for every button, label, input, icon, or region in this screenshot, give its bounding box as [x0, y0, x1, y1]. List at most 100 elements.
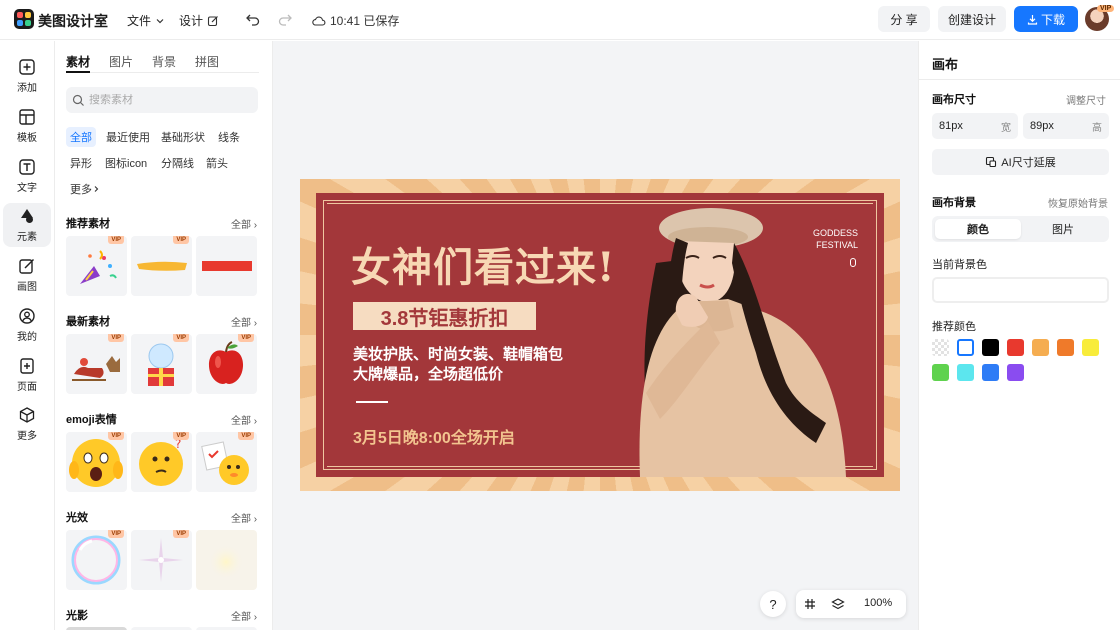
- section-all-link[interactable]: 全部 ›: [231, 412, 257, 427]
- rail-label: 更多: [17, 431, 37, 442]
- asset-thumb-snowglobe-gift[interactable]: VIP: [131, 334, 192, 394]
- asset-thumb-emoji-checklist[interactable]: VIP: [196, 432, 257, 492]
- all-link-label: 全部: [231, 220, 251, 231]
- segment-color[interactable]: 颜色: [935, 219, 1021, 239]
- resize-link[interactable]: 调整尺寸: [1066, 92, 1106, 107]
- chip-all[interactable]: 全部: [66, 127, 96, 147]
- height-value: 89px: [1030, 120, 1054, 132]
- color-swatch[interactable]: [957, 339, 974, 356]
- color-swatch[interactable]: [1007, 339, 1024, 356]
- rail-item-pages[interactable]: 页面: [3, 353, 51, 397]
- poster-line-1[interactable]: 美妆护肤、时尚女装、鞋帽箱包: [353, 343, 563, 364]
- asset-thumb-red-bar[interactable]: [196, 236, 257, 296]
- search-input[interactable]: [89, 94, 249, 106]
- height-field[interactable]: 89px 高: [1023, 113, 1109, 139]
- segment-image[interactable]: 图片: [1020, 219, 1106, 239]
- download-button[interactable]: 下载: [1014, 6, 1078, 32]
- asset-thumb-emoji-thinking[interactable]: ? VIP: [131, 432, 192, 492]
- ai-extend-label: AI尺寸延展: [1001, 157, 1056, 169]
- design-menu-label: 设计: [179, 14, 204, 28]
- user-icon: [19, 308, 35, 324]
- rail-item-elements[interactable]: 元素: [3, 203, 51, 247]
- chip-irregular[interactable]: 异形: [66, 153, 96, 173]
- asset-thumb-yellow-stroke[interactable]: VIP: [131, 236, 192, 296]
- color-swatch[interactable]: [1057, 339, 1074, 356]
- asset-thumb-party-popper[interactable]: VIP: [66, 236, 127, 296]
- cloud-icon: [312, 16, 326, 26]
- tab-backgrounds[interactable]: 背景: [152, 53, 176, 70]
- section-all-link[interactable]: 全部 ›: [231, 314, 257, 329]
- design-artboard[interactable]: 女神们看过来! 3.8节钜惠折扣 美妆护肤、时尚女装、鞋帽箱包 大牌爆品，全场超…: [300, 179, 900, 491]
- chip-basic-shapes[interactable]: 基础形状: [157, 127, 209, 147]
- asset-thumb-apple[interactable]: VIP: [196, 334, 257, 394]
- layers-icon[interactable]: [831, 597, 845, 611]
- color-swatch[interactable]: [982, 364, 999, 381]
- rail-label: 画图: [17, 282, 37, 293]
- rail-item-draw[interactable]: 画图: [3, 253, 51, 297]
- help-button[interactable]: ?: [760, 591, 786, 617]
- section-all-link[interactable]: 全部 ›: [231, 510, 257, 525]
- tab-collage[interactable]: 拼图: [195, 53, 219, 70]
- app-logo-icon[interactable]: [14, 9, 34, 29]
- tab-images[interactable]: 图片: [109, 53, 133, 70]
- model-photo[interactable]: [616, 193, 856, 477]
- redo-icon[interactable]: [277, 11, 293, 27]
- cube-icon: [19, 407, 35, 423]
- asset-thumb-bubble[interactable]: VIP: [66, 530, 127, 590]
- tab-materials[interactable]: 素材: [66, 53, 90, 70]
- asset-tabs: 素材 图片 背景 拼图: [66, 53, 219, 70]
- save-status: 10:41 已保存: [312, 12, 399, 29]
- poster-date[interactable]: 3月5日晚8:00全场开启: [353, 424, 515, 448]
- rail-item-template[interactable]: 模板: [3, 104, 51, 148]
- save-status-text: 10:41 已保存: [330, 14, 400, 28]
- undo-icon[interactable]: [245, 11, 261, 27]
- design-menu[interactable]: 设计: [179, 12, 219, 29]
- poster-line-2[interactable]: 大牌爆品，全场超低价: [353, 363, 503, 384]
- canvas-bg-label: 画布背景: [932, 197, 976, 209]
- chip-recent[interactable]: 最近使用: [102, 127, 154, 147]
- color-swatch[interactable]: [982, 339, 999, 356]
- poster-divider: [356, 401, 388, 403]
- props-title: 画布: [932, 57, 959, 72]
- canvas-workspace[interactable]: 女神们看过来! 3.8节钜惠折扣 美妆护肤、时尚女装、鞋帽箱包 大牌爆品，全场超…: [273, 41, 918, 630]
- chip-more[interactable]: 更多: [66, 179, 104, 199]
- chip-arrows[interactable]: 箭头: [202, 153, 232, 173]
- share-button[interactable]: 分 享: [878, 6, 930, 32]
- vip-tag: VIP: [108, 530, 124, 538]
- rail-item-text[interactable]: 文字: [3, 154, 51, 198]
- rail-item-add[interactable]: 添加: [3, 54, 51, 98]
- color-swatch[interactable]: [1082, 339, 1099, 356]
- color-swatch[interactable]: [932, 364, 949, 381]
- asset-thumb-sleigh[interactable]: VIP: [66, 334, 127, 394]
- rail-item-more[interactable]: 更多: [3, 402, 51, 446]
- search-box[interactable]: [66, 87, 258, 113]
- restore-bg-link[interactable]: 恢复原始背景: [1048, 195, 1108, 210]
- rail-label: 元素: [17, 232, 37, 243]
- color-swatch[interactable]: [932, 339, 949, 356]
- poster-discount-tag[interactable]: 3.8节钜惠折扣: [353, 302, 536, 330]
- zoom-level[interactable]: 100%: [864, 597, 892, 609]
- asset-thumb-sparkle[interactable]: VIP: [131, 530, 192, 590]
- chip-dividers[interactable]: 分隔线: [157, 153, 198, 173]
- create-design-button[interactable]: 创建设计: [938, 6, 1006, 32]
- section-all-link[interactable]: 全部 ›: [231, 216, 257, 231]
- rail-item-mine[interactable]: 我的: [3, 303, 51, 347]
- app-name[interactable]: 美图设计室: [38, 11, 108, 31]
- color-swatch[interactable]: [1032, 339, 1049, 356]
- section-all-link[interactable]: 全部 ›: [231, 608, 257, 623]
- asset-thumb-glow[interactable]: [196, 530, 257, 590]
- poster[interactable]: 女神们看过来! 3.8节钜惠折扣 美妆护肤、时尚女装、鞋帽箱包 大牌爆品，全场超…: [316, 193, 884, 477]
- asset-thumb-emoji-shocked[interactable]: VIP: [66, 432, 127, 492]
- add-page-icon: [20, 358, 34, 374]
- color-swatch[interactable]: [957, 364, 974, 381]
- current-bg-color-field[interactable]: [932, 277, 1109, 303]
- chip-icons[interactable]: 图标icon: [101, 153, 151, 173]
- red-bar-image: [202, 261, 252, 271]
- ai-extend-button[interactable]: AI尺寸延展: [932, 149, 1109, 175]
- chip-lines[interactable]: 线条: [214, 127, 244, 147]
- file-menu[interactable]: 文件: [127, 12, 165, 29]
- width-field[interactable]: 81px 宽: [932, 113, 1018, 139]
- poster-headline[interactable]: 女神们看过来!: [351, 235, 616, 293]
- color-swatch[interactable]: [1007, 364, 1024, 381]
- grid-icon[interactable]: [804, 598, 816, 610]
